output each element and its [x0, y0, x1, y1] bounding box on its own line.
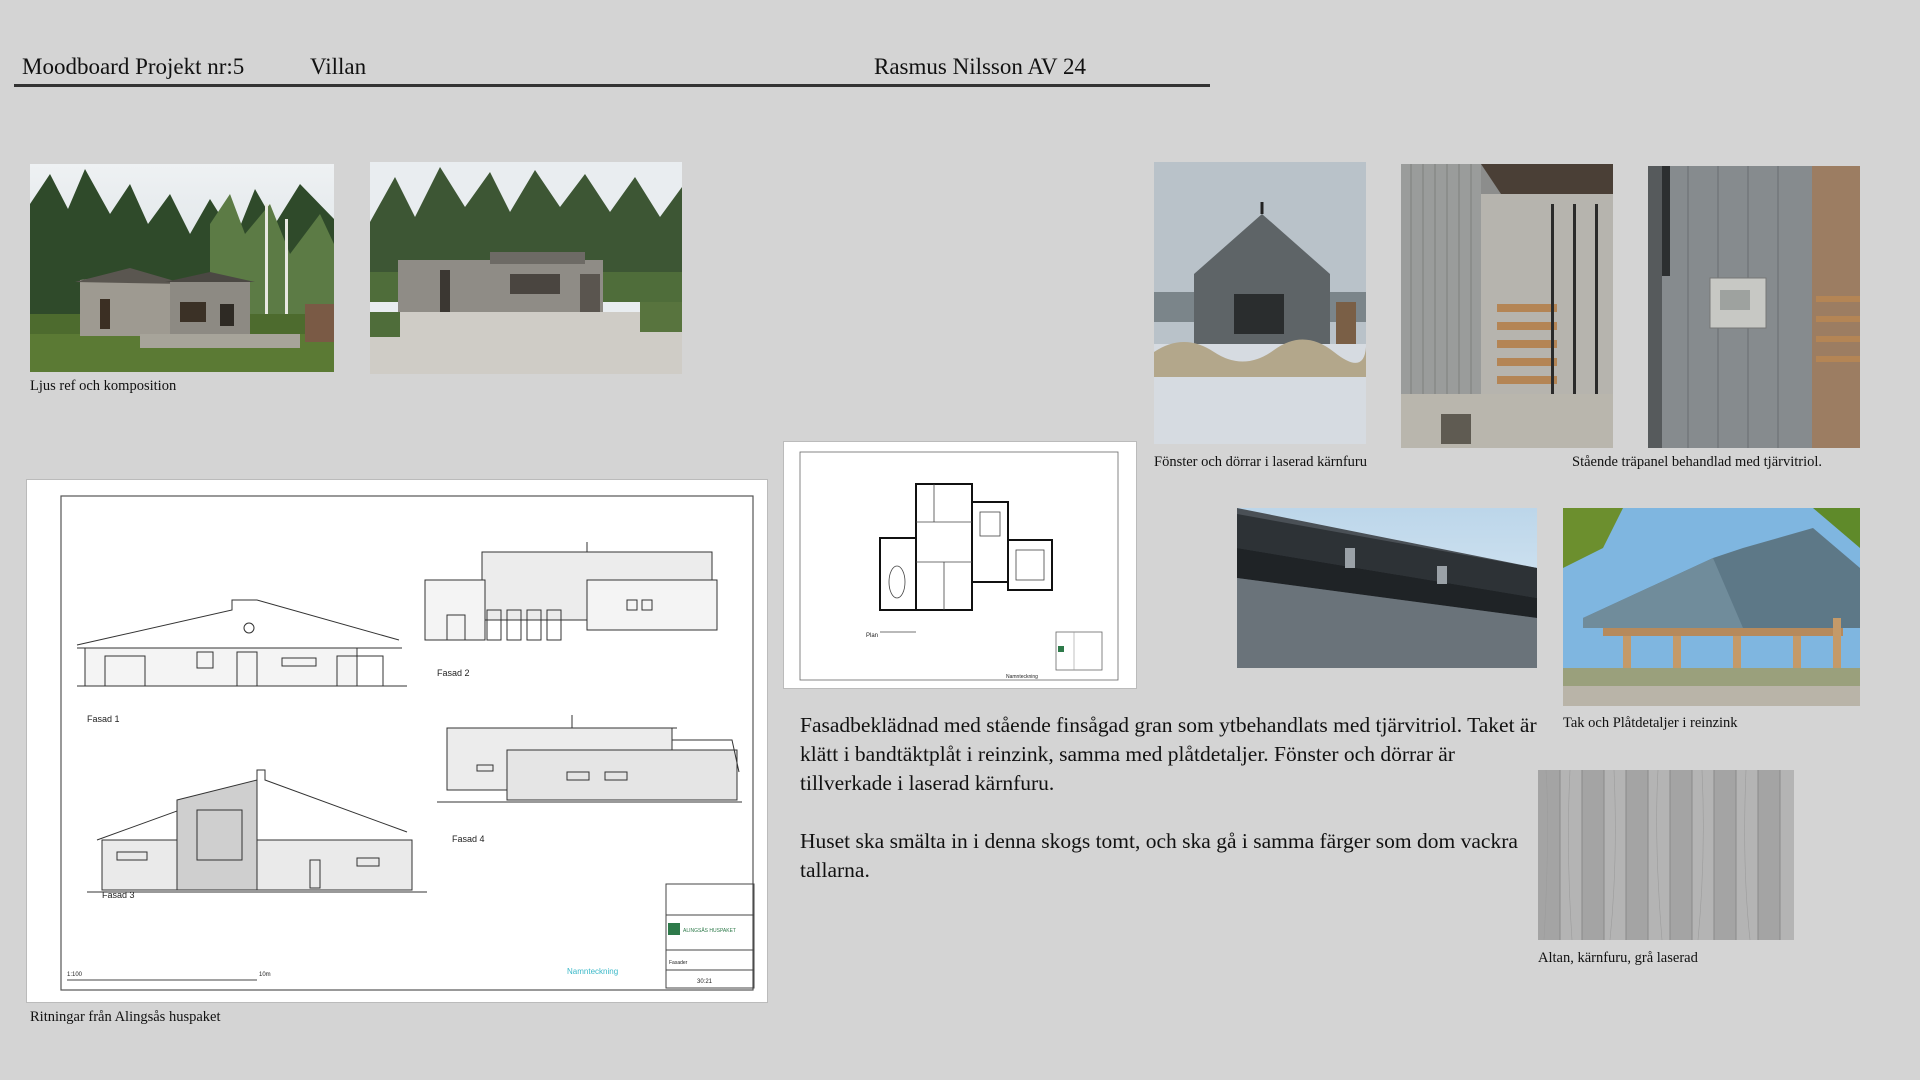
- caption-roof: Tak och Plåtdetaljer i reinzink: [1563, 715, 1738, 731]
- company-label: ALINGSÅS HUSPAKET: [683, 927, 736, 934]
- scale-label: 1:100: [67, 972, 83, 978]
- caption-light-ref: Ljus ref och komposition: [30, 378, 177, 394]
- project-label: Moodboard Projekt nr:5: [22, 54, 245, 79]
- villa-forest-photo: [30, 164, 334, 372]
- pavilion-photo: [1563, 508, 1860, 706]
- author-label: Rasmus Nilsson AV 24: [874, 54, 1086, 79]
- panel-plaque-photo: [1648, 166, 1860, 448]
- header-rule: [14, 84, 1210, 87]
- wood-texture-photo: [1538, 770, 1794, 940]
- sheet-label: Fasader: [669, 960, 688, 966]
- caption-windows: Fönster och dörrar i laserad kärnfuru: [1154, 454, 1367, 470]
- fasad-2-label: Fasad 2: [437, 668, 470, 678]
- description-text: Fasadbeklädnad med stående finsågad gran…: [800, 711, 1540, 885]
- villa-gravel-photo: [370, 162, 682, 374]
- gable-house-photo: [1154, 162, 1366, 444]
- gutter-detail-photo: [1237, 508, 1537, 668]
- caption-deck: Altan, kärnfuru, grå laserad: [1538, 950, 1698, 966]
- name-field: Namnteckning: [567, 967, 618, 976]
- fasad-4-label: Fasad 4: [452, 834, 485, 844]
- plan-label: Plan: [866, 633, 878, 639]
- elevation-drawings: Fasad 1 Fasad 2 Fasad 3 Fasad 4 1:100 10…: [27, 480, 767, 1002]
- fasad-1-label: Fasad 1: [87, 714, 120, 724]
- sheet-number: 30:21: [697, 979, 713, 985]
- facade-stairs-photo: [1401, 164, 1613, 448]
- floorplan-drawing: Plan Namnteckning: [784, 442, 1136, 688]
- scale-end-label: 10m: [259, 972, 271, 978]
- description-paragraph-2: Huset ska smälta in i denna skogs tomt, …: [800, 829, 1518, 882]
- fasad-3-label: Fasad 3: [102, 890, 135, 900]
- description-paragraph-1: Fasadbeklädnad med stående finsågad gran…: [800, 713, 1537, 795]
- page-title: Villan: [310, 54, 367, 79]
- caption-panel: Stående träpanel behandlad med tjärvitri…: [1572, 454, 1823, 470]
- caption-drawings: Ritningar från Alingsås huspaket: [30, 1009, 221, 1025]
- floorplan-name-field: Namnteckning: [1006, 674, 1038, 680]
